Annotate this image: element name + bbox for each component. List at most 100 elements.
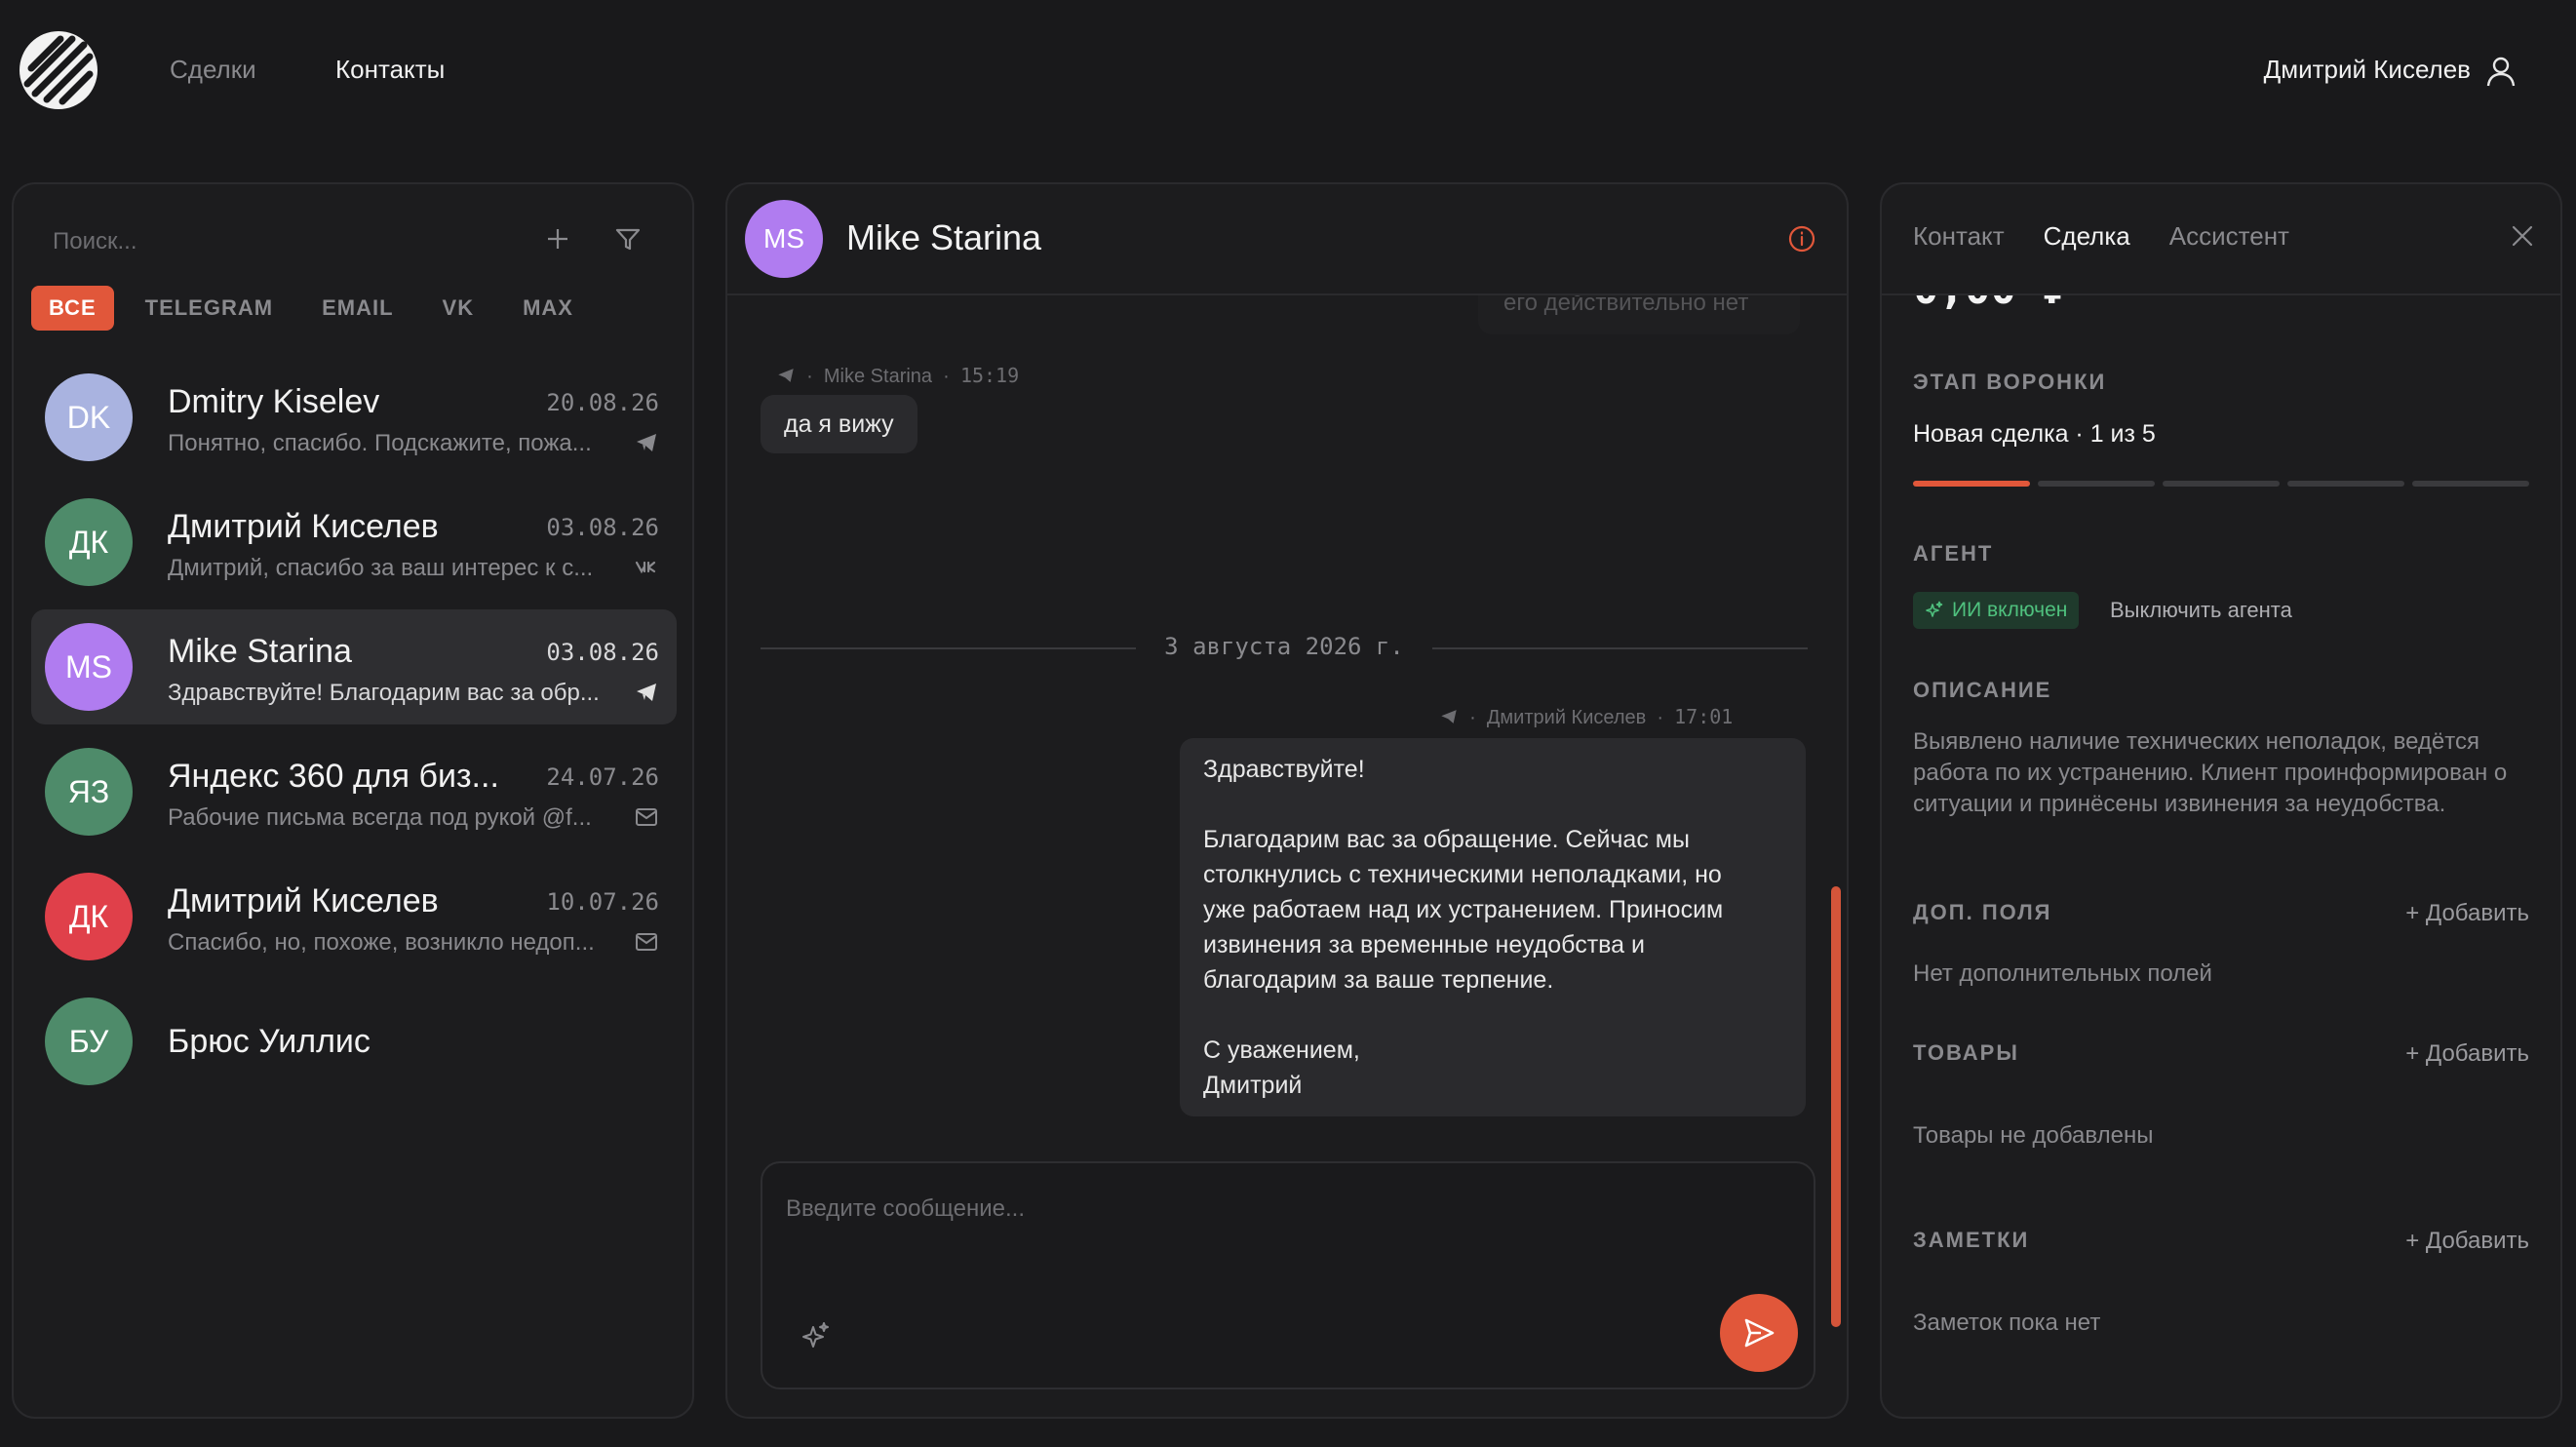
products-empty: Товары не добавлены: [1913, 1122, 2154, 1149]
avatar: MS: [45, 623, 133, 711]
message-line: уже работаем над их устранением. Приноси…: [1203, 896, 1724, 923]
contacts-panel: ВСЕ TELEGRAM EMAIL VK MAX DK Dmitry Kise…: [12, 182, 694, 1419]
scrollbar[interactable]: [1831, 886, 1841, 1327]
message-composer: [761, 1161, 1815, 1389]
message-line: Дмитрий: [1203, 1072, 1303, 1099]
tab-all[interactable]: ВСЕ: [31, 286, 114, 331]
sender-name: Дмитрий Киселев: [1486, 707, 1647, 728]
date-label: 3 августа 2026 г.: [1164, 633, 1404, 660]
message-line: [1203, 787, 1782, 822]
stage-segment[interactable]: [2287, 481, 2404, 487]
disable-agent-button[interactable]: Выключить агента: [2110, 598, 2292, 623]
details-panel: 0,00 ₽ Контакт Сделка Ассистент ЭТАП ВОР…: [1880, 182, 2562, 1419]
avatar[interactable]: MS: [745, 200, 823, 278]
tab-contact[interactable]: Контакт: [1913, 221, 2005, 252]
tab-assistant[interactable]: Ассистент: [2169, 221, 2289, 252]
contact-item[interactable]: DK Dmitry Kiselev 20.08.26 Понятно, спас…: [31, 360, 677, 475]
date-divider: 3 августа 2026 г.: [761, 633, 1808, 662]
chat-panel: MS Mike Starina его действительно нет · …: [725, 182, 1849, 1419]
add-icon[interactable]: [540, 221, 575, 256]
message-line: Здравствуйте!: [1203, 756, 1365, 783]
message-line: столкнулись с техническими неполадками, …: [1203, 861, 1722, 888]
contact-preview: Понятно, спасибо. Подскажите, пожа...: [168, 430, 592, 456]
tab-deal[interactable]: Сделка: [2044, 221, 2130, 252]
add-note-button[interactable]: + Добавить: [2405, 1228, 2529, 1255]
nav-deals[interactable]: Сделки: [170, 55, 256, 85]
user-icon[interactable]: [2484, 55, 2517, 88]
message-text: его действительно нет: [1503, 295, 1749, 316]
message-line: С уважением,: [1203, 1036, 1360, 1064]
details-tabs: Контакт Сделка Ассистент: [1913, 221, 2328, 252]
contact-date: 10.07.26: [546, 888, 659, 916]
stage-segment[interactable]: [2038, 481, 2155, 487]
contact-item[interactable]: MS Mike Starina 03.08.26 Здравствуйте! Б…: [31, 609, 677, 724]
tab-email[interactable]: EMAIL: [304, 286, 410, 331]
channel-tabs: ВСЕ TELEGRAM EMAIL VK MAX: [31, 286, 605, 331]
products-label: ТОВАРЫ: [1913, 1040, 2019, 1065]
send-button[interactable]: [1720, 1294, 1798, 1372]
search-input[interactable]: [51, 219, 503, 264]
add-product-button[interactable]: + Добавить: [2405, 1040, 2529, 1068]
logo-icon[interactable]: [18, 29, 99, 111]
avatar: БУ: [45, 997, 133, 1085]
tab-telegram[interactable]: TELEGRAM: [128, 286, 291, 331]
agent-label: АГЕНТ: [1913, 541, 1994, 566]
message-line: Благодарим вас за обращение. Сейчас мы: [1203, 826, 1690, 853]
telegram-icon: [637, 684, 656, 701]
message-time: 15:19: [959, 364, 1020, 387]
contact-name: Брюс Уиллис: [168, 1023, 371, 1060]
stage-label: ЭТАП ВОРОНКИ: [1913, 370, 2107, 394]
message-bubble: да я вижу: [761, 395, 917, 453]
send-icon: [1744, 1318, 1775, 1348]
filter-icon[interactable]: [610, 221, 645, 256]
avatar: DK: [45, 373, 133, 461]
contact-preview: Рабочие письма всегда под рукой @f...: [168, 804, 592, 831]
contact-item[interactable]: БУ Брюс Уиллис: [31, 984, 677, 1099]
stage-segment[interactable]: [1913, 481, 2030, 487]
chat-title: Mike Starina: [846, 217, 1042, 257]
vk-icon: [635, 561, 656, 574]
contact-item[interactable]: ДК Дмитрий Киселев 03.08.26 Дмитрий, спа…: [31, 485, 677, 600]
contact-preview: Дмитрий, спасибо за ваш интерес к с...: [168, 555, 594, 581]
message-line: благодарим за ваше терпение.: [1203, 966, 1554, 994]
message-list[interactable]: его действительно нет · Mike Starina · 1…: [727, 295, 1847, 1150]
add-extra-field-button[interactable]: + Добавить: [2405, 900, 2529, 927]
info-icon[interactable]: [1786, 223, 1817, 254]
tab-vk[interactable]: VK: [425, 286, 492, 331]
deal-description[interactable]: Выявлено наличие технических неполадок, …: [1913, 726, 2527, 820]
contact-name: Дмитрий Киселев: [168, 882, 439, 919]
contact-name: Dmitry Kiselev: [168, 383, 380, 420]
top-bar: Сделки Контакты Дмитрий Киселев: [0, 0, 2576, 146]
message-input[interactable]: [784, 1189, 1665, 1230]
stage-segment[interactable]: [2163, 481, 2280, 487]
avatar: ДК: [45, 498, 133, 586]
ai-status-badge: ИИ включен: [1913, 592, 2080, 629]
avatar: ДК: [45, 873, 133, 960]
stage-segment[interactable]: [2412, 481, 2529, 487]
divider: [1882, 293, 2560, 295]
stage-value[interactable]: Новая сделка · 1 из 5: [1913, 420, 2156, 449]
message-time: 17:01: [1674, 705, 1734, 728]
contact-preview: Здравствуйте! Благодарим вас за обр...: [168, 680, 600, 706]
contact-date: 20.08.26: [546, 389, 659, 416]
user-name[interactable]: Дмитрий Киселев: [2264, 55, 2471, 85]
tab-max[interactable]: MAX: [505, 286, 591, 331]
email-icon: [636, 808, 657, 826]
telegram-icon: [1441, 710, 1457, 724]
message-meta: · Mike Starina · 15:19: [776, 364, 1019, 388]
message-bubble: Здравствуйте! Благодарим вас за обращени…: [1180, 738, 1806, 1116]
message-line: [1203, 997, 1782, 1033]
contact-name: Яндекс 360 для биз...: [168, 758, 499, 795]
deal-amount: 0,00 ₽: [1913, 264, 2068, 314]
chat-header: MS Mike Starina: [727, 184, 1847, 295]
extra-fields-empty: Нет дополнительных полей: [1913, 960, 2212, 987]
stage-progress[interactable]: [1913, 481, 2529, 487]
sender-name: Mike Starina: [823, 366, 933, 387]
contact-item[interactable]: ЯЗ Яндекс 360 для биз... 24.07.26 Рабочи…: [31, 734, 677, 849]
sparkle-icon[interactable]: [800, 1319, 833, 1352]
contact-item[interactable]: ДК Дмитрий Киселев 10.07.26 Спасибо, но,…: [31, 859, 677, 974]
close-icon[interactable]: [2506, 219, 2539, 253]
message-meta: · Дмитрий Киселев · 17:01: [1439, 705, 1733, 729]
nav-contacts[interactable]: Контакты: [335, 55, 445, 85]
email-icon: [636, 933, 657, 951]
